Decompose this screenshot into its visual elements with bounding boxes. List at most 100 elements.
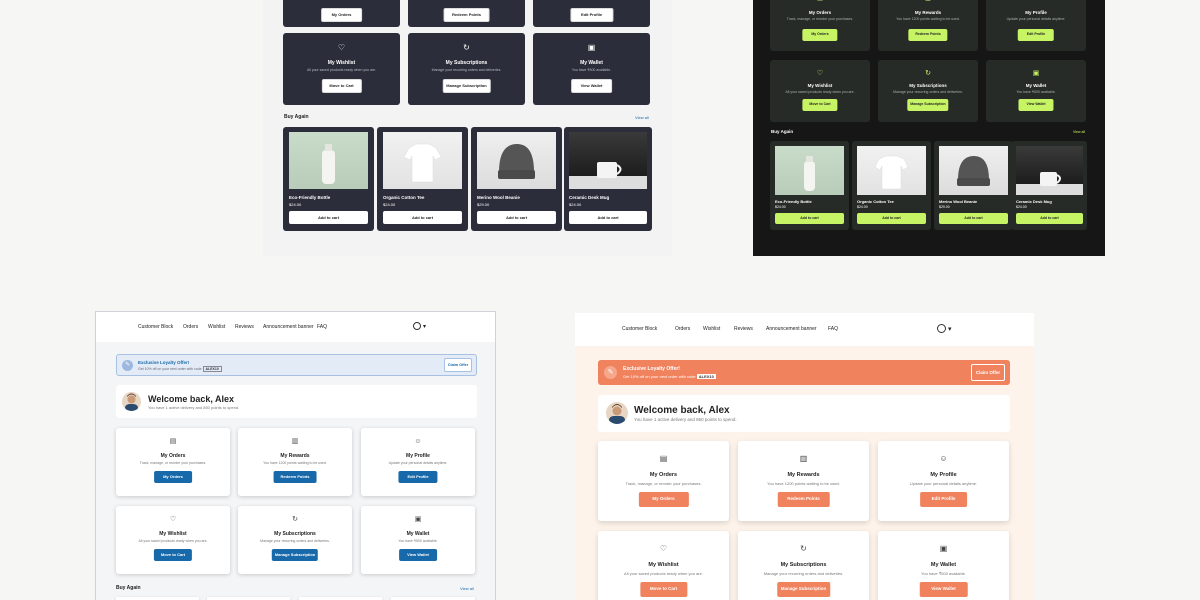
wallet-card: ▣ My Wallet You have ₹500 available. Vie…: [878, 531, 1009, 600]
my-orders-button[interactable]: My Orders: [802, 29, 838, 41]
claim-offer-button[interactable]: Claim Offer: [971, 364, 1005, 381]
view-all-link[interactable]: View all: [1073, 130, 1085, 134]
user-circle-icon: ☺: [986, 0, 1086, 2]
add-to-cart-button[interactable]: Add to cart: [569, 211, 647, 224]
product-name: Eco-Friendly Bottle: [289, 195, 331, 200]
banner-title: Exclusive Loyalty Offer!: [138, 360, 190, 365]
view-wallet-button[interactable]: View Wallet: [1018, 99, 1054, 111]
banner-text-body: Get 10% off on your next order with code: [138, 367, 202, 371]
avatar: [122, 392, 141, 411]
move-to-cart-button[interactable]: Move to Cart: [153, 549, 193, 561]
wallet-card: ▣ My Wallet You have ₹500 available. Vie…: [986, 60, 1086, 122]
wishlist-card: ♡ My Wishlist All your saved products re…: [770, 60, 870, 122]
welcome-subtitle: You have 1 active delivery and 850 point…: [148, 405, 240, 410]
nav-announcement-banner[interactable]: Announcement banner: [263, 324, 314, 330]
view-wallet-button[interactable]: View Wallet: [919, 582, 968, 597]
product-name: Ceramic Desk Mug: [1016, 199, 1052, 204]
view-wallet-button[interactable]: View Wallet: [399, 549, 437, 561]
orders-card: ▤ My Orders Track, manage, or reorder yo…: [116, 428, 230, 496]
card-title: My Subscriptions: [909, 83, 947, 88]
edit-profile-button[interactable]: Edit Profile: [919, 492, 968, 507]
subscriptions-card: ↻ My Subscriptions Manage your recurring…: [738, 531, 869, 600]
top-nav: Customer Block Orders Wishlist Reviews A…: [96, 312, 495, 342]
move-to-cart-button[interactable]: Move to Cart: [321, 79, 362, 93]
move-to-cart-button[interactable]: Move to Cart: [802, 99, 838, 111]
add-to-cart-button[interactable]: Add to cart: [775, 213, 844, 224]
nav-faq[interactable]: FAQ: [828, 326, 838, 332]
nav-faq[interactable]: FAQ: [317, 324, 327, 330]
view-all-link[interactable]: View all: [460, 586, 474, 591]
add-to-cart-button[interactable]: Add to cart: [289, 211, 368, 224]
manage-subscription-button[interactable]: Manage Subscription: [907, 99, 949, 111]
rewards-card: Redeem Points: [408, 0, 525, 27]
add-to-cart-button[interactable]: Add to cart: [857, 213, 926, 224]
subscriptions-card: ↻ My Subscriptions Manage your recurring…: [408, 33, 525, 105]
user-circle-icon[interactable]: [413, 322, 421, 330]
card-description: Manage your recurring orders and deliver…: [893, 90, 963, 94]
move-to-cart-button[interactable]: Move to Cart: [639, 582, 688, 597]
card-description: You have 1200 points waiting to be used.: [896, 17, 960, 21]
manage-subscription-button[interactable]: Manage Subscription: [776, 582, 831, 597]
nav-orders[interactable]: Orders: [183, 324, 198, 330]
wallet-card: ▣ My Wallet You have ₹500 available. Vie…: [361, 506, 475, 574]
product-card: Eco-Friendly Bottle $24.00 Add to cart: [770, 141, 849, 230]
product-card: Merino Wool Beanie $29.00 Add to cart: [471, 127, 562, 231]
dark-theme-preview: My Orders Redeem Points Edit Profile ♡ M…: [263, 0, 672, 256]
card-description: You have ₹500 available.: [1016, 90, 1056, 94]
card-title: My Subscriptions: [780, 562, 827, 568]
redeem-points-button[interactable]: Redeem Points: [443, 8, 490, 22]
my-orders-button[interactable]: My Orders: [154, 471, 192, 483]
card-title: My Subscriptions: [274, 531, 316, 537]
card-description: You have ₹500 available.: [571, 68, 612, 72]
product-name: Merino Wool Beanie: [477, 195, 520, 200]
product-price: $24.00: [383, 202, 396, 207]
rewards-card: ▥ My Rewards You have 1200 points waitin…: [738, 441, 869, 521]
welcome-card: Welcome back, Alex You have 1 active del…: [598, 395, 1010, 432]
nav-brand[interactable]: Customer Block: [622, 326, 657, 332]
nav-wishlist[interactable]: Wishlist: [703, 326, 720, 332]
buy-again-heading: Buy Again: [771, 129, 794, 134]
card-title: My Profile: [406, 453, 430, 459]
redeem-points-button[interactable]: Redeem Points: [273, 471, 317, 483]
refresh-icon: ↻: [925, 70, 931, 77]
add-to-cart-button[interactable]: Add to cart: [383, 211, 462, 224]
card-title: My Rewards: [914, 10, 942, 15]
user-circle-icon[interactable]: [937, 324, 946, 333]
nav-reviews[interactable]: Reviews: [734, 326, 753, 332]
caret-down-icon[interactable]: ▾: [948, 325, 952, 333]
my-orders-button[interactable]: My Orders: [320, 8, 363, 22]
tag-icon: ✎: [604, 366, 617, 379]
card-title: My Wishlist: [648, 562, 679, 568]
manage-subscription-button[interactable]: Manage Subscription: [271, 549, 319, 561]
claim-offer-button[interactable]: Claim Offer: [444, 358, 472, 372]
nav-reviews[interactable]: Reviews: [235, 324, 254, 330]
card-title: My Orders: [649, 472, 678, 478]
edit-profile-button[interactable]: Edit Profile: [1017, 29, 1055, 41]
edit-profile-button[interactable]: Edit Profile: [398, 471, 438, 483]
nav-brand[interactable]: Customer Block: [138, 324, 173, 330]
redeem-points-button[interactable]: Redeem Points: [908, 29, 948, 41]
caret-down-icon[interactable]: ▾: [423, 323, 426, 330]
card-title: My Wishlist: [807, 83, 833, 88]
add-to-cart-button[interactable]: Add to cart: [939, 213, 1008, 224]
view-wallet-button[interactable]: View Wallet: [570, 79, 613, 93]
profile-card: ☺ My Profile Update your personal detail…: [361, 428, 475, 496]
nav-orders[interactable]: Orders: [675, 326, 690, 332]
view-all-link[interactable]: View all: [635, 115, 649, 120]
card-description: All your saved products ready when you a…: [785, 90, 855, 94]
card-description: You have ₹500 available.: [398, 539, 438, 543]
add-to-cart-button[interactable]: Add to cart: [477, 211, 556, 224]
wallet-card: ▣ My Wallet You have ₹500 available. Vie…: [533, 33, 650, 105]
welcome-card: Welcome back, Alex You have 1 active del…: [116, 385, 477, 418]
card-title: My Wallet: [580, 60, 603, 66]
nav-announcement-banner[interactable]: Announcement banner: [766, 326, 817, 332]
manage-subscription-button[interactable]: Manage Subscription: [442, 79, 491, 93]
redeem-points-button[interactable]: Redeem Points: [777, 492, 830, 507]
welcome-subtitle: You have 1 active delivery and 850 point…: [634, 417, 737, 422]
my-orders-button[interactable]: My Orders: [638, 492, 689, 507]
nav-wishlist[interactable]: Wishlist: [208, 324, 225, 330]
add-to-cart-button[interactable]: Add to cart: [1016, 213, 1083, 224]
edit-profile-button[interactable]: Edit Profile: [569, 8, 614, 22]
orders-card: ▤ My Orders Track, manage, or reorder yo…: [598, 441, 729, 521]
card-description: Track, manage, or reorder your purchases…: [139, 461, 207, 465]
